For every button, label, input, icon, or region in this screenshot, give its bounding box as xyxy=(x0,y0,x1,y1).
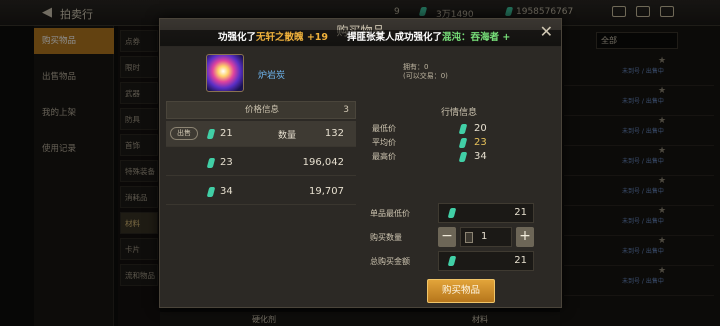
table-row[interactable]: 23 196,042 xyxy=(166,150,356,176)
table-row[interactable]: 34 19,707 xyxy=(166,179,356,205)
announcement-message: 捍匪张某人成功强化了混沌：吞海者 + xyxy=(347,32,511,43)
gem-icon xyxy=(206,158,216,168)
gem-icon xyxy=(458,138,468,148)
close-icon[interactable]: ✕ xyxy=(540,23,553,41)
item-header: 炉岩炭 拥有：0 (可以交易：0) xyxy=(166,51,555,105)
gem-icon xyxy=(206,187,216,197)
max-price-stat: 最高价 34 xyxy=(372,151,487,162)
increase-quantity-button[interactable]: + xyxy=(516,227,534,247)
stack-icon xyxy=(465,232,473,243)
gem-icon xyxy=(458,152,468,162)
buy-button[interactable]: 购买物品 xyxy=(427,279,495,303)
gem-icon xyxy=(458,124,468,134)
listing-count: 3 xyxy=(343,105,349,115)
listing-price: 21 xyxy=(220,128,233,139)
owned-count: 拥有：0 (可以交易：0) xyxy=(403,63,448,80)
item-orb-icon xyxy=(206,54,244,92)
price-listings: 价格信息 3 出售 21 数量 132 23 196,042 34 19,707 xyxy=(166,101,356,219)
unit-price-field: 21 xyxy=(438,203,534,223)
listing-price: 34 xyxy=(220,186,233,197)
quantity-input[interactable]: 1 xyxy=(460,227,512,247)
gem-icon xyxy=(447,256,457,266)
listing-quantity: 19,707 xyxy=(309,186,344,197)
decrease-quantity-button[interactable]: − xyxy=(438,227,456,247)
listing-quantity: 196,042 xyxy=(302,157,344,168)
announcement-message: 功强化了无轩之散魄 +19 xyxy=(218,32,329,43)
item-name: 炉岩炭 xyxy=(258,71,286,81)
market-info-header: 行情信息 xyxy=(440,108,477,118)
avg-price-stat: 平均价 23 xyxy=(372,137,487,148)
total-row: 总购买金额 21 xyxy=(366,251,536,271)
min-price-stat: 最低价 20 xyxy=(372,123,487,134)
quantity-row: 购买数量 − 1 + xyxy=(366,227,536,247)
buy-item-dialog: 购买物品 功强化了无轩之散魄 +19 捍匪张某人成功强化了混沌：吞海者 + ✕ … xyxy=(159,18,562,308)
unit-price-row: 单品最低价 21 xyxy=(366,203,536,223)
table-row[interactable]: 出售 21 数量 132 xyxy=(166,121,356,147)
price-listings-header: 价格信息 3 xyxy=(166,101,356,119)
listing-quantity: 132 xyxy=(324,128,344,139)
gem-icon xyxy=(447,208,457,218)
announcement-banner: 功强化了无轩之散魄 +19 捍匪张某人成功强化了混沌：吞海者 + xyxy=(160,30,561,46)
sell-tag: 出售 xyxy=(170,127,198,140)
total-price-field: 21 xyxy=(438,251,534,271)
gem-icon xyxy=(206,129,216,139)
quantity-label: 数量 xyxy=(278,131,297,141)
listing-price: 23 xyxy=(220,157,233,168)
